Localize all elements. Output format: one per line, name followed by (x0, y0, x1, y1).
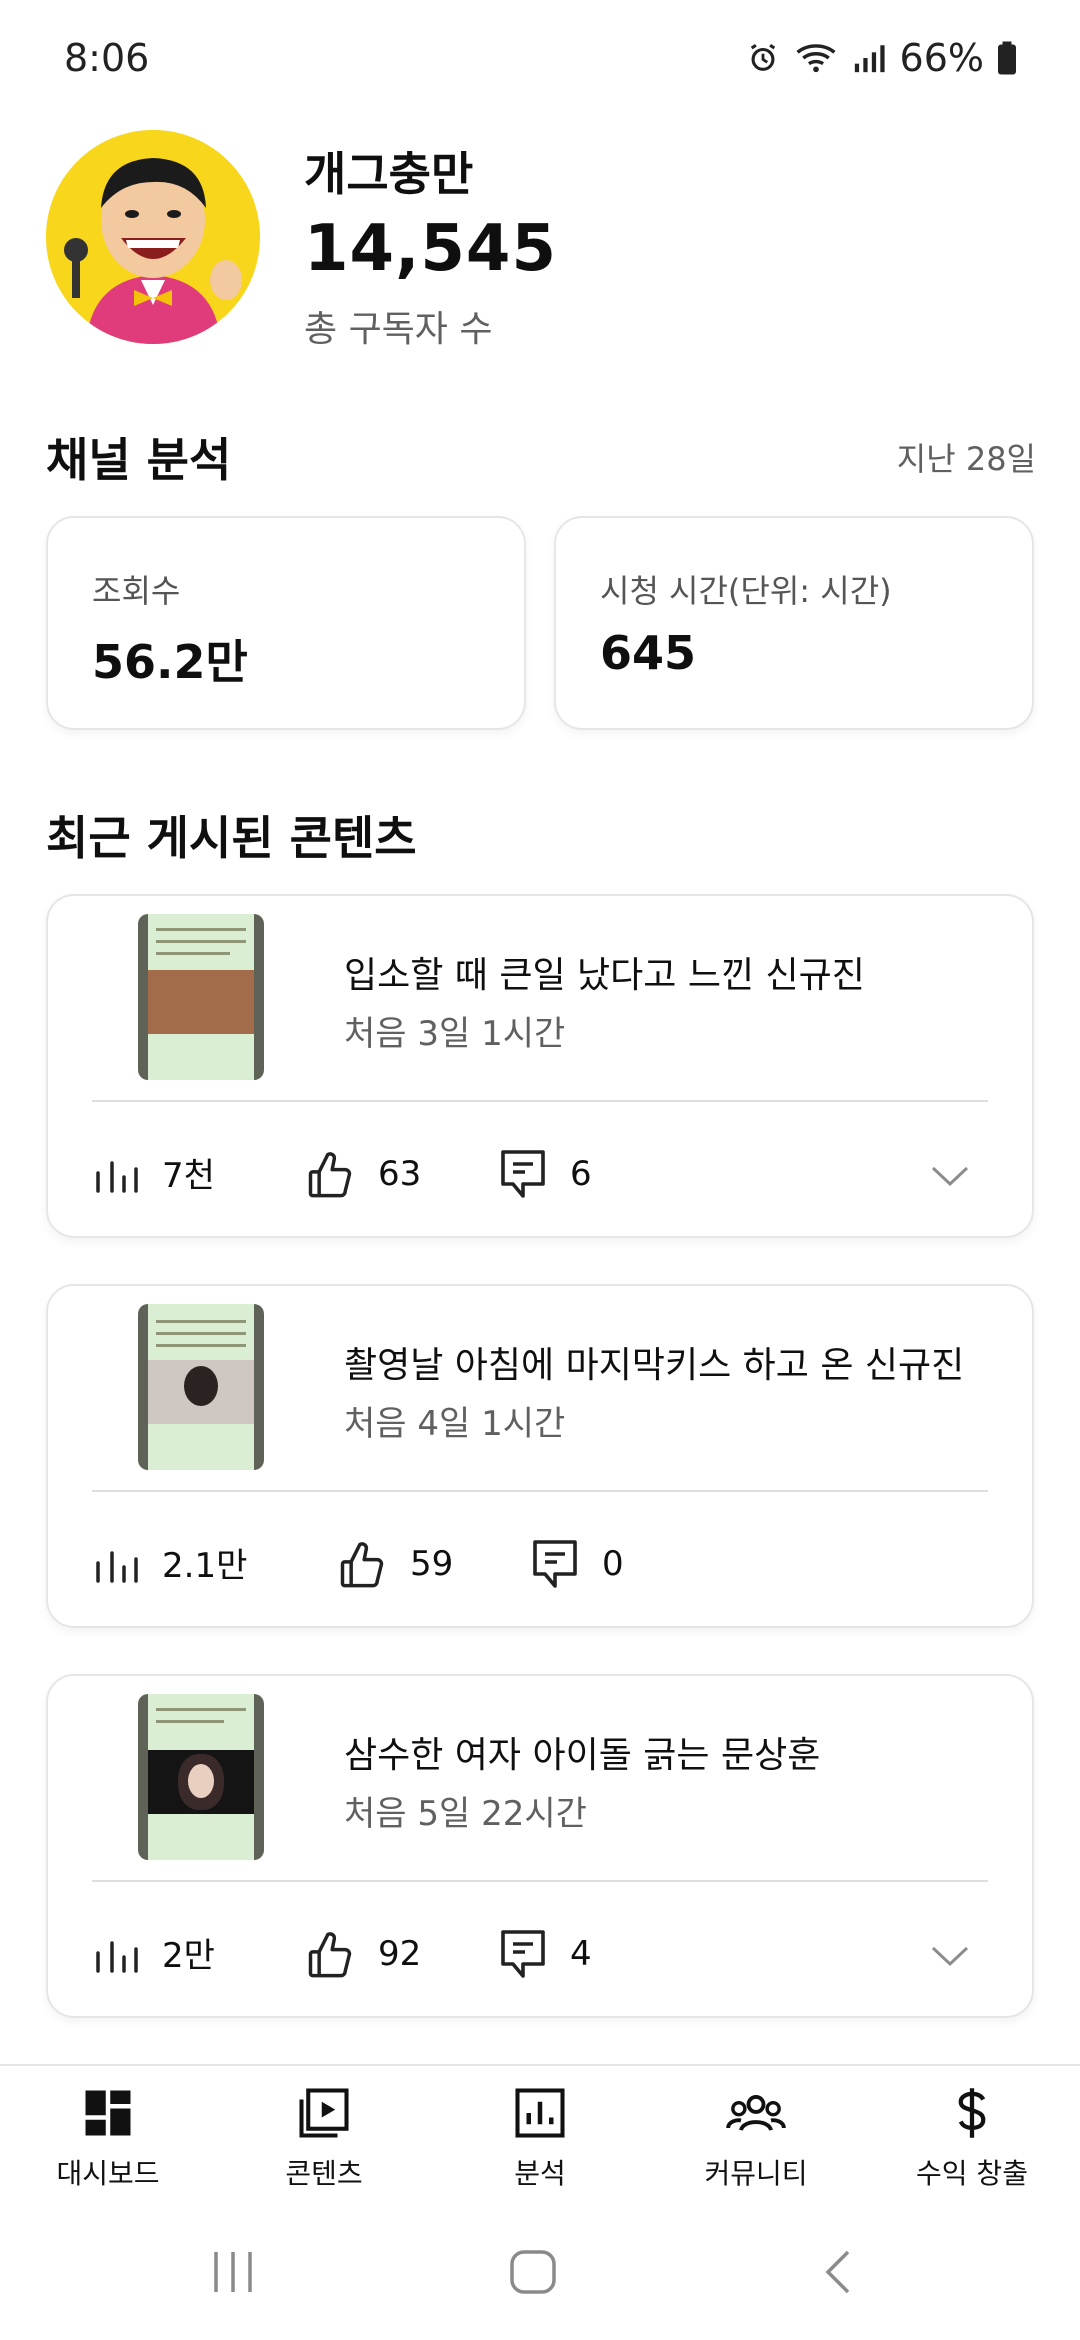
video-library-icon (299, 2088, 349, 2138)
community-icon (726, 2095, 786, 2131)
likes-count: 59 (410, 1544, 454, 1584)
likes-metric: 63 (304, 1148, 421, 1200)
bottom-nav: 대시보드 콘텐츠 분석 커뮤니티 수익 창출 (0, 2064, 1080, 2206)
views-label: 조회수 (92, 572, 181, 610)
status-bar: 8:06 66% (0, 0, 1080, 120)
analytics-period: 지난 28일 (896, 440, 1036, 478)
video-title[interactable]: 촬영날 아침에 마지막키스 하고 온 신규진 (344, 1336, 964, 1388)
battery-percent: 66% (899, 36, 984, 80)
bar-chart-icon (96, 1160, 138, 1193)
nav-label: 대시보드 (56, 2157, 160, 2190)
comment-icon (533, 1540, 577, 1588)
views-metric: 2.1만 (94, 1538, 247, 1587)
views-value: 56.2만 (92, 635, 248, 689)
comments-count: 0 (602, 1544, 624, 1584)
system-nav-bar (0, 2204, 1080, 2340)
comments-metric: 6 (498, 1148, 592, 1200)
views-metric: 2만 (94, 1928, 215, 1977)
divider (92, 1880, 988, 1882)
watch-time-value: 645 (600, 626, 697, 680)
recent-header: 최근 게시된 콘텐츠 (46, 802, 1036, 868)
analytics-icon (515, 2088, 565, 2138)
comments-count: 6 (570, 1154, 592, 1194)
thumbs-up-icon (308, 1152, 352, 1198)
nav-content[interactable]: 콘텐츠 (216, 2086, 432, 2192)
dollar-icon (958, 2088, 986, 2138)
video-age: 처음 5일 22시간 (344, 1794, 587, 1834)
bar-chart-icon (96, 1550, 138, 1583)
recent-title: 최근 게시된 콘텐츠 (46, 811, 417, 865)
views-count: 7천 (162, 1156, 215, 1196)
nav-label: 콘텐츠 (285, 2157, 363, 2190)
nav-dashboard[interactable]: 대시보드 (0, 2086, 216, 2192)
video-thumbnail[interactable] (138, 1694, 264, 1860)
status-time: 8:06 (64, 36, 150, 80)
video-age: 처음 4일 1시간 (344, 1404, 566, 1444)
comments-metric: 0 (530, 1538, 624, 1590)
recent-apps-icon[interactable] (208, 2248, 258, 2296)
comment-icon (501, 1150, 545, 1198)
channel-avatar[interactable] (46, 130, 260, 344)
nav-label: 커뮤니티 (704, 2157, 808, 2190)
video-thumbnail[interactable] (138, 914, 264, 1080)
analytics-header: 채널 분석 지난 28일 (46, 424, 1036, 490)
views-count: 2만 (162, 1936, 215, 1976)
video-metrics: 7천 63 6 (48, 1126, 1032, 1216)
comments-metric: 4 (498, 1928, 592, 1980)
signal-icon (854, 45, 885, 73)
likes-count: 92 (378, 1934, 422, 1974)
analytics-title: 채널 분석 (46, 433, 232, 487)
watch-time-label: 시청 시간(단위: 시간) (600, 572, 892, 610)
bar-chart-icon (96, 1940, 138, 1973)
views-card[interactable]: 조회수 56.2만 (46, 516, 526, 730)
likes-metric: 92 (304, 1928, 421, 1980)
status-icons: 66% (746, 36, 1016, 80)
likes-metric: 59 (336, 1538, 453, 1590)
channel-name: 개그충만 (304, 147, 474, 201)
channel-profile: 개그충만 14,545 총 구독자 수 (46, 130, 1036, 350)
nav-analytics[interactable]: 분석 (432, 2086, 648, 2192)
alarm-icon (750, 43, 775, 71)
comments-count: 4 (570, 1934, 592, 1974)
video-card[interactable]: 입소할 때 큰일 났다고 느낀 신규진 처음 3일 1시간 7천 63 6 (46, 894, 1034, 1238)
video-thumbnail[interactable] (138, 1304, 264, 1470)
views-metric: 7천 (94, 1148, 215, 1197)
video-age: 처음 3일 1시간 (344, 1014, 566, 1054)
divider (92, 1490, 988, 1492)
nav-label: 수익 창출 (916, 2157, 1028, 2190)
views-count: 2.1만 (162, 1546, 248, 1586)
divider (92, 1100, 988, 1102)
back-icon[interactable] (818, 2248, 858, 2296)
thumbs-up-icon (340, 1542, 384, 1588)
nav-label: 분석 (514, 2157, 566, 2190)
video-title[interactable]: 입소할 때 큰일 났다고 느낀 신규진 (344, 946, 865, 998)
comment-icon (501, 1930, 545, 1978)
video-card[interactable]: 촬영날 아침에 마지막키스 하고 온 신규진 처음 4일 1시간 2.1만 59… (46, 1284, 1034, 1628)
video-card[interactable]: 삼수한 여자 아이돌 긁는 문상훈 처음 5일 22시간 2만 92 4 (46, 1674, 1034, 2018)
nav-community[interactable]: 커뮤니티 (648, 2086, 864, 2192)
watch-time-card[interactable]: 시청 시간(단위: 시간) 645 (554, 516, 1034, 730)
dashboard-icon (85, 2090, 131, 2136)
video-metrics: 2만 92 4 (48, 1906, 1032, 1996)
likes-count: 63 (378, 1154, 422, 1194)
thumbs-up-icon (308, 1932, 352, 1978)
subscriber-label: 총 구독자 수 (304, 309, 493, 350)
wifi-icon (796, 44, 836, 73)
video-title[interactable]: 삼수한 여자 아이돌 긁는 문상훈 (344, 1726, 820, 1778)
nav-monetization[interactable]: 수익 창출 (864, 2086, 1080, 2192)
chevron-down-icon[interactable] (930, 1944, 970, 1968)
battery-icon (998, 41, 1016, 75)
subscriber-count: 14,545 (304, 212, 557, 286)
home-icon[interactable] (508, 2248, 558, 2296)
video-metrics: 2.1만 59 0 (48, 1516, 1032, 1606)
chevron-down-icon[interactable] (930, 1164, 970, 1188)
